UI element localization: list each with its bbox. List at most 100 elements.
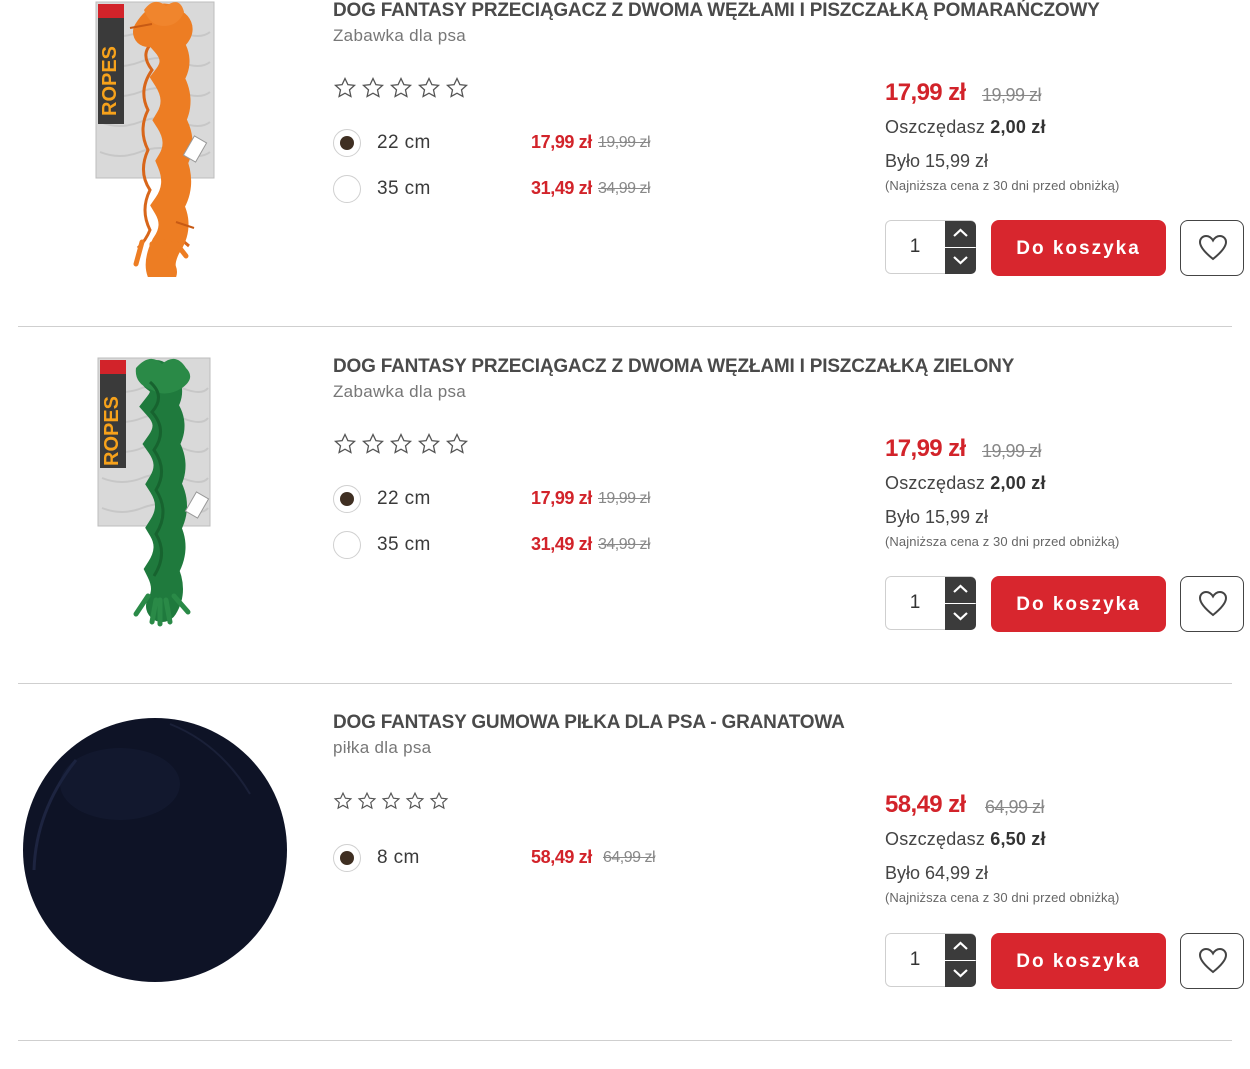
star-empty-icon (429, 791, 449, 810)
old-price: 64,99 zł (985, 797, 1045, 817)
variant-option[interactable]: 35 cm 31,49 zł 34,99 zł (333, 175, 673, 207)
savings-label: Oszczędasz (885, 829, 986, 849)
variant-price: 31,49 zł (531, 534, 592, 554)
savings-amount: 6,50 zł (990, 829, 1046, 849)
variant-option[interactable]: 22 cm 17,99 zł 19,99 zł (333, 485, 673, 517)
variant-old-price: 34,99 zł (598, 180, 651, 197)
chevron-down-icon (953, 256, 968, 265)
variant-old-price: 19,99 zł (598, 134, 651, 151)
variant-old-price: 34,99 zł (598, 536, 651, 553)
variant-option[interactable]: 22 cm 17,99 zł 19,99 zł (333, 129, 673, 161)
variant-radio[interactable] (333, 531, 361, 559)
variant-option[interactable]: 8 cm 58,49 zł 64,99 zł (333, 844, 673, 876)
variant-radio[interactable] (333, 129, 361, 157)
variant-price: 58,49 zł (531, 847, 592, 867)
lowest-price-note: (Najniższa cena z 30 dni przed obniżką) (885, 178, 1120, 193)
svg-text:ROPES: ROPES (101, 396, 123, 466)
quantity-stepper[interactable]: 1 (885, 576, 976, 630)
savings-text: Oszczędasz 6,50 zł (885, 829, 1046, 850)
quantity-input[interactable]: 1 (886, 221, 944, 273)
heart-icon (1198, 947, 1228, 974)
add-to-cart-button[interactable]: Do koszyka (991, 933, 1166, 989)
product-title[interactable]: DOG FANTASY PRZECIĄGACZ Z DWOMA WĘZŁAMI … (333, 356, 1014, 378)
quantity-input[interactable]: 1 (886, 577, 944, 629)
current-price: 58,49 zł (885, 791, 966, 818)
rating-stars[interactable] (333, 432, 469, 456)
product-title[interactable]: DOG FANTASY GUMOWA PIŁKA DLA PSA - GRANA… (333, 712, 845, 734)
orange-rope-toy-icon: ROPES (95, 1, 215, 277)
add-to-cart-button[interactable]: Do koszyka (991, 220, 1166, 276)
add-to-cart-button[interactable]: Do koszyka (991, 576, 1166, 632)
variant-size: 8 cm (377, 847, 420, 868)
star-empty-icon (333, 791, 353, 810)
star-empty-icon (445, 432, 469, 454)
variant-radio[interactable] (333, 485, 361, 513)
quantity-decrease-button[interactable] (945, 248, 976, 274)
star-empty-icon (445, 76, 469, 98)
wishlist-button[interactable] (1180, 576, 1244, 632)
quantity-increase-button[interactable] (945, 577, 976, 603)
variant-size: 22 cm (377, 488, 431, 509)
green-rope-toy-icon: ROPES (97, 357, 211, 627)
star-empty-icon (333, 432, 357, 454)
variant-old-price: 19,99 zł (598, 490, 651, 507)
product-subtitle: piłka dla psa (333, 738, 432, 757)
chevron-up-icon (953, 584, 968, 593)
star-empty-icon (361, 76, 385, 98)
star-empty-icon (361, 432, 385, 454)
savings-amount: 2,00 zł (990, 473, 1046, 493)
product-title[interactable]: DOG FANTASY PRZECIĄGACZ Z DWOMA WĘZŁAMI … (333, 0, 1100, 22)
savings-label: Oszczędasz (885, 117, 986, 137)
star-empty-icon (389, 76, 413, 98)
star-empty-icon (417, 432, 441, 454)
chevron-up-icon (953, 228, 968, 237)
variant-radio[interactable] (333, 175, 361, 203)
quantity-stepper[interactable]: 1 (885, 220, 976, 274)
star-empty-icon (417, 76, 441, 98)
variant-option[interactable]: 35 cm 31,49 zł 34,99 zł (333, 531, 673, 563)
savings-amount: 2,00 zł (990, 117, 1046, 137)
product-card: ROPES DOG FANTASY PRZECIĄGACZ Z DWOMA WĘ… (0, 0, 1250, 348)
svg-text:ROPES: ROPES (99, 46, 121, 116)
wishlist-button[interactable] (1180, 933, 1244, 989)
previous-price-text: Było 15,99 zł (885, 151, 989, 171)
variant-size: 35 cm (377, 178, 431, 199)
variant-radio[interactable] (333, 844, 361, 872)
variant-old-price: 64,99 zł (603, 849, 656, 866)
old-price: 19,99 zł (982, 85, 1042, 105)
product-card: ROPES DOG FANTASY PRZECIĄGACZ Z DWOMA WĘ… (0, 348, 1250, 704)
lowest-price-note: (Najniższa cena z 30 dni przed obniżką) (885, 534, 1120, 549)
wishlist-button[interactable] (1180, 220, 1244, 276)
product-divider (18, 683, 1232, 684)
savings-text: Oszczędasz 2,00 zł (885, 117, 1046, 138)
quantity-decrease-button[interactable] (945, 961, 976, 987)
quantity-input[interactable]: 1 (886, 934, 944, 986)
star-empty-icon (333, 76, 357, 98)
product-divider (18, 326, 1232, 327)
product-image[interactable]: ROPES (20, 348, 290, 648)
chevron-up-icon (953, 941, 968, 950)
rating-stars[interactable] (333, 791, 449, 811)
rating-stars[interactable] (333, 76, 469, 100)
quantity-stepper[interactable]: 1 (885, 933, 976, 987)
lowest-price-note: (Najniższa cena z 30 dni przed obniżką) (885, 890, 1120, 905)
product-image[interactable]: ROPES (20, 0, 290, 292)
variant-price: 31,49 zł (531, 178, 592, 198)
current-price: 17,99 zł (885, 435, 966, 462)
quantity-increase-button[interactable] (945, 221, 976, 247)
variant-size: 35 cm (377, 534, 431, 555)
star-empty-icon (389, 432, 413, 454)
previous-price-text: Było 64,99 zł (885, 863, 989, 883)
current-price: 17,99 zł (885, 79, 966, 106)
product-subtitle: Zabawka dla psa (333, 26, 467, 45)
product-subtitle: Zabawka dla psa (333, 382, 467, 401)
product-image[interactable] (20, 704, 290, 1004)
old-price: 19,99 zł (982, 441, 1042, 461)
product-card: DOG FANTASY GUMOWA PIŁKA DLA PSA - GRANA… (0, 704, 1250, 1060)
heart-icon (1198, 234, 1228, 261)
quantity-increase-button[interactable] (945, 934, 976, 960)
star-empty-icon (405, 791, 425, 810)
quantity-decrease-button[interactable] (945, 604, 976, 630)
product-divider (18, 1040, 1232, 1041)
savings-label: Oszczędasz (885, 473, 986, 493)
